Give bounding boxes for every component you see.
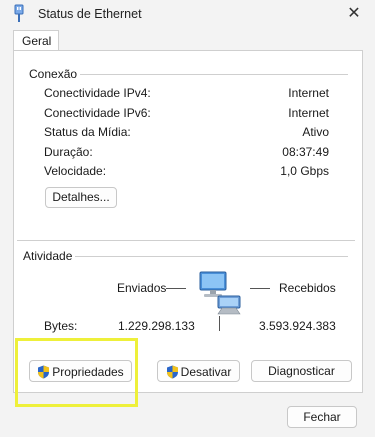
tab-geral[interactable]: Geral [13,30,59,51]
connection-divider [80,74,348,75]
bytes-label: Bytes: [44,319,78,333]
activity-divider [75,256,348,257]
ipv6-value: Internet [288,106,329,120]
activity-section-title: Atividade [23,249,73,263]
received-dash [250,288,270,289]
title-bar: Status de Ethernet ✕ [0,0,375,28]
media-status-value: Ativo [302,125,329,139]
ipv4-label: Conectividade IPv4: [44,86,151,100]
window-title: Status de Ethernet [38,7,142,21]
bytes-sent-value: 1.229.298.133 [118,319,195,333]
sent-dash [166,288,186,289]
disable-button[interactable]: Desativar [157,360,240,382]
highlight-box [15,338,138,407]
speed-value: 1,0 Gbps [280,164,329,178]
ipv6-label: Conectividade IPv6: [44,106,151,120]
activity-top-divider [17,240,355,241]
diagnose-button[interactable]: Diagnosticar [251,360,352,382]
received-label: Recebidos [279,281,336,295]
network-computers-icon [196,268,244,316]
activity-separator [219,316,220,331]
ipv4-value: Internet [288,86,329,100]
speed-label: Velocidade: [44,164,107,178]
bytes-received-value: 3.593.924.383 [259,319,336,333]
uac-shield-icon [166,365,178,379]
close-window-button[interactable]: ✕ [341,2,367,26]
close-button[interactable]: Fechar [287,406,357,428]
duration-label: Duração: [44,145,93,159]
duration-value: 08:37:49 [282,145,329,159]
disable-button-label: Desativar [180,364,232,379]
sent-label: Enviados [117,281,167,295]
details-button[interactable]: Detalhes... [45,187,117,208]
connection-section-title: Conexão [29,67,78,81]
ethernet-plug-icon [10,4,28,24]
media-status-label: Status da Mídia: [44,125,131,139]
